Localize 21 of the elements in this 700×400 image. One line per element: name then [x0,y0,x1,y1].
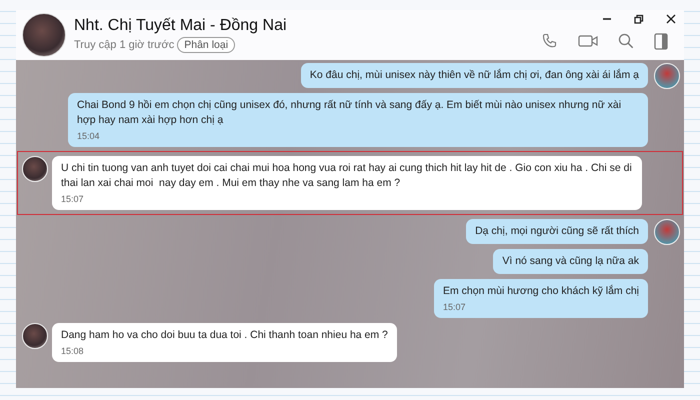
side-panel-icon[interactable] [654,32,668,50]
message-text: U chi tin tuong van anh tuyet doi cai chai mui hoa hong vua roi rat hay ai cung thich hit lay hit de . Gio con xiu ha . Chi se di thai lan xai chai moi nay day em . Mui em thay nhe va sang lam ha em ? [61,161,633,191]
contact-avatar [22,13,66,57]
message-text: Em chọn mùi hương cho khách kỹ lắm chị [443,284,639,299]
message-text: Ko đâu chị, mùi unisex này thiên về nữ lắm chị ơi, đan ông xài ái lắm ạ [310,68,639,83]
message-time: 15:04 [77,131,101,142]
close-icon[interactable] [666,14,676,24]
phone-icon[interactable] [542,33,558,49]
message-text: Dang ham ho va cho doi buu ta dua toi . Chi thanh toan nhieu ha em ? [61,328,388,343]
classify-button[interactable]: Phân loại [177,37,236,53]
search-icon[interactable] [618,33,634,49]
message-time: 15:08 [61,346,85,357]
contact-name: Nht. Chị Tuyết Mai - Đồng Nai [74,17,287,35]
message-text: Chai Bond 9 hồi em chọn chị cũng unisex đó, nhưng rất nữ tính và sang đấy ạ. Em biết mùi nào unisex nhưng nữ xài hợp hay nam xài hợp hơn chị ạ [77,98,622,128]
last-seen-text: Truy cập 1 giờ trước [74,39,174,51]
message-time: 15:07 [443,302,467,313]
message-text: Dạ chị, mọi người cũng sẽ rất thích [475,224,639,239]
message-text: Vì nó sang và cũng lạ nữa ak [502,254,639,269]
message-time: 15:07 [61,194,85,205]
video-camera-icon[interactable] [578,33,598,49]
restore-icon[interactable] [634,14,644,24]
